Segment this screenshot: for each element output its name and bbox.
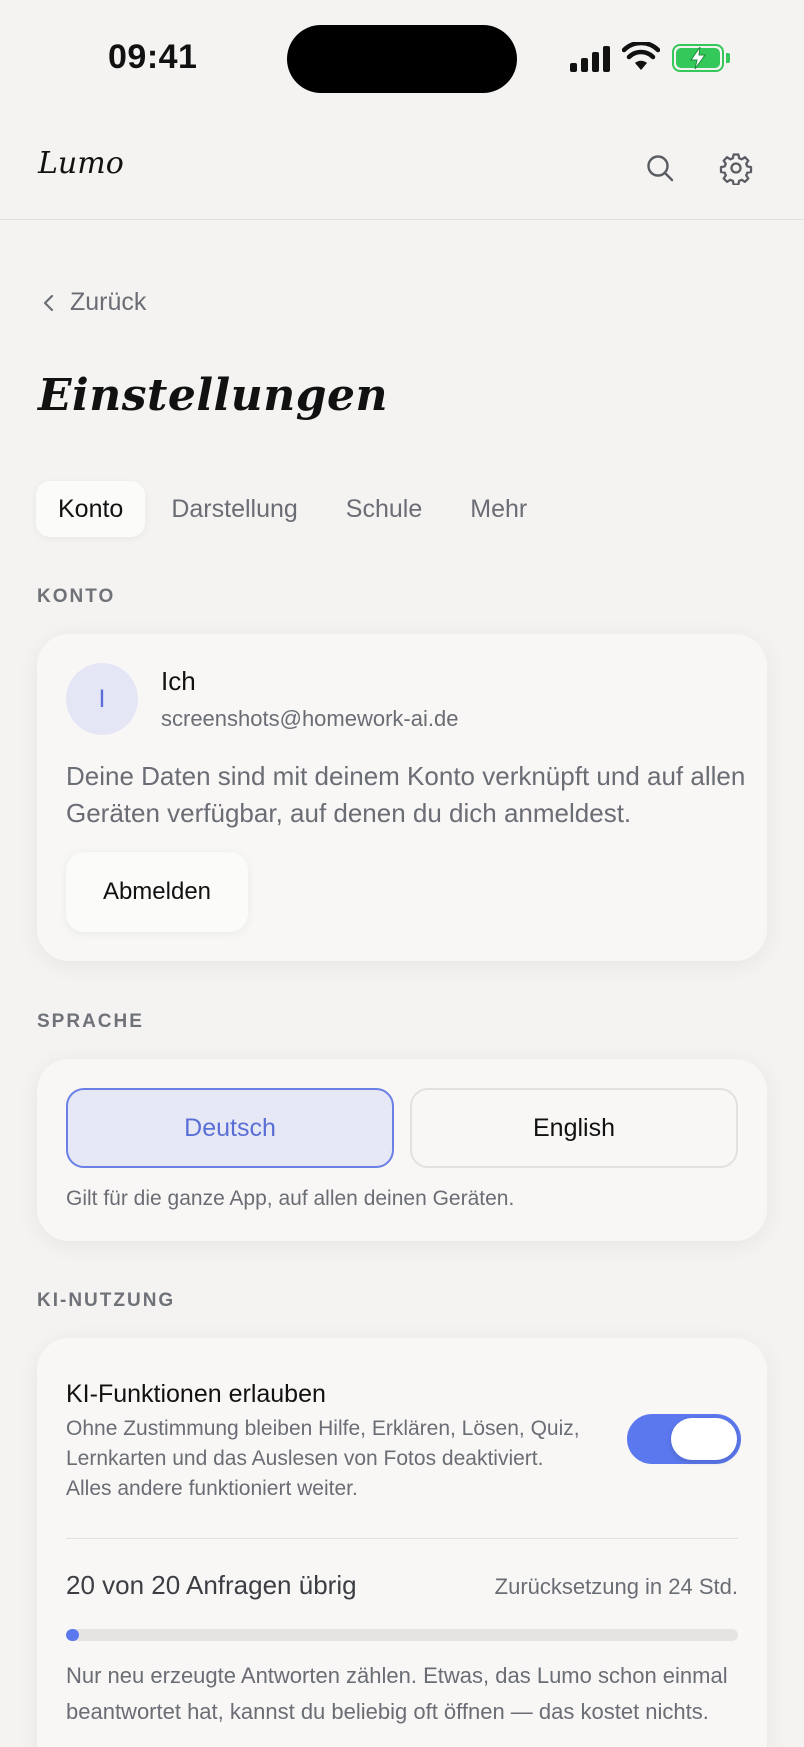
reset-text: Zurücksetzung in 24 Std.: [494, 1574, 738, 1599]
account-email: screenshots@homework-ai.de: [161, 706, 459, 731]
account-card: I Ich screenshots@homework-ai.de Deine D…: [37, 634, 767, 961]
toggle-knob: [671, 1418, 737, 1460]
section-label-language: SPRACHE: [37, 1011, 144, 1032]
status-time: 09:41: [108, 38, 198, 76]
chevron-left-icon: [43, 294, 54, 311]
section-label-account: KONTO: [37, 586, 116, 607]
dynamic-island: [287, 25, 517, 93]
back-link[interactable]: Zurück: [42, 288, 146, 317]
ai-toggle-switch[interactable]: [627, 1414, 741, 1464]
logout-button[interactable]: Abmelden: [66, 852, 248, 932]
avatar: I: [66, 663, 138, 735]
tab-schule[interactable]: Schule: [324, 481, 444, 537]
language-option-deutsch[interactable]: Deutsch: [66, 1088, 394, 1168]
language-hint: Gilt für die ganze App, auf allen deinen…: [66, 1187, 515, 1210]
cellular-signal-icon: [570, 44, 612, 72]
tab-mehr[interactable]: Mehr: [448, 481, 549, 537]
section-label-ai: KI-NUTZUNG: [37, 1290, 176, 1311]
app-header: Lumo: [0, 118, 804, 220]
ai-toggle-title: KI-Funktionen erlauben: [66, 1380, 326, 1408]
language-card: Deutsch English Gilt für die ganze App, …: [37, 1059, 767, 1241]
gear-icon[interactable]: [716, 148, 756, 188]
ai-card: KI-Funktionen erlauben Ohne Zustimmung b…: [37, 1338, 767, 1747]
quota-progress-fill: [66, 1629, 80, 1641]
wifi-icon: [622, 42, 660, 70]
back-label: Zurück: [70, 288, 147, 316]
status-bar: 09:41: [0, 0, 804, 110]
quota-progress-bar: [66, 1629, 738, 1641]
app-logo[interactable]: Lumo: [38, 146, 124, 181]
page-title: Einstellungen: [38, 370, 388, 421]
ai-toggle-description: Ohne Zustimmung bleiben Hilfe, Erklären,…: [66, 1417, 580, 1500]
settings-tabs: Konto Darstellung Schule Mehr: [36, 481, 549, 537]
account-name: Ich: [161, 666, 196, 696]
ai-usage-note: Nur neu erzeugte Antworten zählen. Etwas…: [66, 1663, 728, 1724]
tab-konto[interactable]: Konto: [36, 481, 146, 537]
language-option-english[interactable]: English: [410, 1088, 738, 1168]
search-icon[interactable]: [640, 148, 680, 188]
tab-darstellung[interactable]: Darstellung: [149, 481, 319, 537]
divider: [66, 1538, 738, 1539]
battery-charging-icon: [672, 44, 730, 72]
account-description: Deine Daten sind mit deinem Konto verknü…: [66, 761, 746, 828]
quota-text: 20 von 20 Anfragen übrig: [66, 1570, 357, 1600]
